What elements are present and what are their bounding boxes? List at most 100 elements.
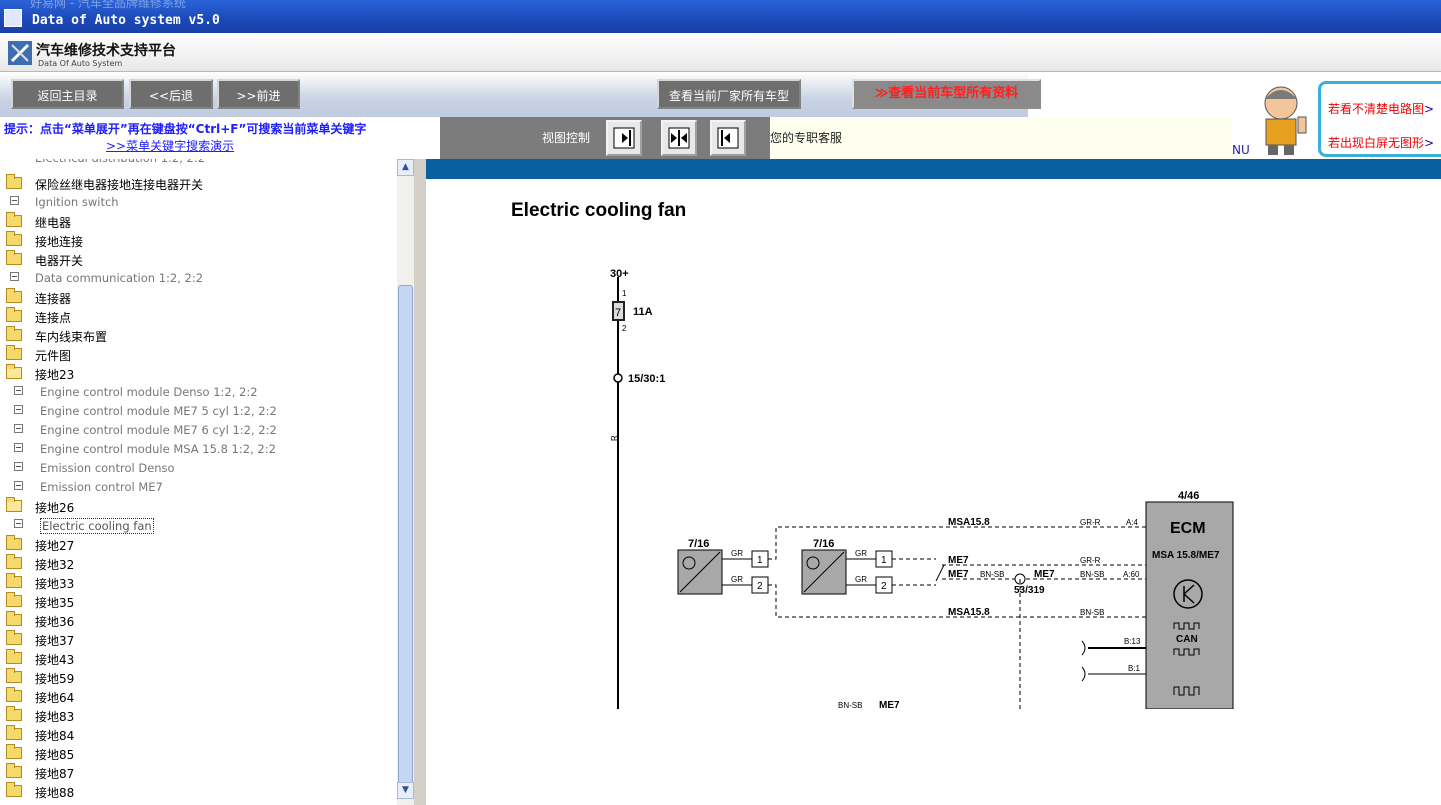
label-me7-d: ME7: [879, 700, 900, 709]
folder-icon: [6, 744, 22, 759]
tree-node-icon: [14, 462, 26, 474]
tree-folder-label: 接地35: [35, 596, 75, 610]
wiring-diagram: 30+ 1 7 11A 2 15/30:1 R 7/16 GR GR 1 2 7…: [610, 268, 1234, 709]
folder-icon: [6, 231, 22, 246]
label-me7-a: ME7: [948, 555, 969, 566]
menu-tree: Electrical distribution 1:2, 2:2 保险丝继电器接地…: [0, 159, 415, 805]
all-models-button[interactable]: 查看当前厂家所有车型: [657, 79, 801, 109]
label-supply: 30+: [610, 268, 629, 280]
tree-folder-label: 接地33: [35, 577, 75, 591]
label-me7-c: ME7: [1034, 569, 1055, 580]
ghost-title: 好易网 - 汽车全品牌维修系统: [30, 0, 186, 10]
tree-node-icon: [14, 386, 26, 398]
label-bnsb-2: BN-SB: [1080, 570, 1104, 579]
mechanic-mascot-icon: [1264, 86, 1307, 155]
tree-folder-label: 电器开关: [35, 254, 84, 268]
tree-folder-label: 接地88: [35, 786, 75, 800]
folder-icon: [6, 326, 22, 341]
folder-open-icon: [6, 497, 22, 512]
diagram-viewer: Electric cooling fan 30+ 1 7 11A 2 15/30…: [426, 159, 1441, 805]
folder-icon: [6, 554, 22, 569]
tree-folder-label: 接地36: [35, 615, 75, 629]
folder-icon: [6, 649, 22, 664]
tree-node-icon: [14, 405, 26, 417]
conn1-pin1: 1: [757, 555, 763, 566]
conn2-pin1: 1: [881, 555, 887, 566]
main-toolbar: 返回主目录 <<后退 >>前进 查看当前厂家所有车型 ≫查看当前车型所有资料: [0, 72, 1041, 117]
label-me7-b: ME7: [948, 569, 969, 580]
label-bnsb-1: BN-SB: [980, 570, 1004, 579]
ad-arrow-icon: >: [1424, 136, 1435, 150]
folder-icon: [6, 725, 22, 740]
folder-icon: [6, 630, 22, 645]
tree-folder-label: 接地32: [35, 558, 75, 572]
scroll-thumb[interactable]: [398, 285, 413, 790]
tree-folder-label: 元件图: [35, 349, 72, 363]
split-view-button[interactable]: [661, 120, 697, 156]
tree-folder-label: 连接器: [35, 292, 72, 306]
tree-folder-label: 连接点: [35, 311, 72, 325]
ad-line1: 若看不清楚电路图: [1328, 102, 1425, 116]
tree-folder-label: 接地84: [35, 729, 75, 743]
home-button[interactable]: 返回主目录: [11, 79, 124, 109]
folder-icon: [6, 706, 22, 721]
label-grr-1: GR-R: [1080, 518, 1101, 527]
conn2-pin2: 2: [881, 581, 887, 592]
tree-folder-label: 接地43: [35, 653, 75, 667]
tree-folder-label: 车内线束布置: [35, 330, 108, 344]
tools-logo-icon: [8, 41, 32, 65]
expand-left-button[interactable]: [710, 120, 746, 156]
tree-folder-label: 接地64: [35, 691, 75, 705]
tree-leaf-label: Engine control module ME7 5 cyl 1:2, 2:2: [40, 404, 277, 418]
back-button[interactable]: <<后退: [129, 79, 213, 109]
pin-a4: A:4: [1126, 518, 1139, 527]
folder-icon: [6, 573, 22, 588]
all-data-button[interactable]: ≫查看当前车型所有资料: [852, 79, 1041, 109]
scroll-up-icon[interactable]: ▲: [397, 159, 414, 176]
tree-leaf-label: Emission control ME7: [40, 480, 163, 494]
folder-icon: [6, 307, 22, 322]
ground-point-label: 53/319: [1014, 585, 1045, 596]
diagram-title: Electric cooling fan: [511, 200, 687, 221]
tree-scrollbar[interactable]: ▲ ▼: [397, 159, 414, 805]
forward-button[interactable]: >>前进: [217, 79, 300, 109]
view-control: 视图控制: [440, 117, 770, 159]
tree-folder-label: 接地37: [35, 634, 75, 648]
folder-icon: [6, 250, 22, 265]
ecm-can-label: CAN: [1176, 634, 1198, 645]
tree-leaf-label: Electrical distribution 1:2, 2:2: [35, 159, 205, 165]
tree-node-icon: [10, 196, 22, 208]
ad-link-unclear[interactable]: 若看不清楚电路图>: [1328, 100, 1434, 117]
ecm-label: ECM: [1170, 520, 1206, 537]
search-demo-link[interactable]: >>菜单关键字搜索演示: [106, 137, 234, 154]
label-msa-bot: MSA15.8: [948, 607, 990, 618]
pin-a60: A:60: [1123, 570, 1140, 579]
tree-folder-label: 保险丝继电器接地连接电器开关: [35, 178, 204, 192]
tree-leaf-label: Engine control module ME7 6 cyl 1:2, 2:2: [40, 423, 277, 437]
label-msa-top: MSA15.8: [948, 517, 990, 528]
ad-arrow-icon: >: [1424, 102, 1435, 116]
tree-folder-label: 接地59: [35, 672, 75, 686]
expand-right-button[interactable]: [606, 120, 642, 156]
scroll-down-icon[interactable]: ▼: [397, 782, 414, 799]
tree-folder-label: 接地26: [35, 501, 75, 515]
tree-folder-label: 接地27: [35, 539, 75, 553]
wire-gr-2: GR: [731, 575, 743, 584]
fuse-number: 7: [615, 307, 621, 319]
customer-service-text[interactable]: 您的专职客服: [770, 129, 842, 146]
fuse-pin2: 2: [622, 324, 627, 333]
conn1-pin2: 2: [757, 581, 763, 592]
wire-gr-1: GR: [731, 549, 743, 558]
window-title: Data of Auto system v5.0: [32, 13, 220, 28]
app-header: 汽车维修技术支持平台 Data Of Auto System: [0, 33, 1441, 72]
tree-leaf-label: Engine control module Denso 1:2, 2:2: [40, 385, 258, 399]
folder-icon: [6, 212, 22, 227]
tree-leaf-label: Data communication 1:2, 2:2: [35, 271, 204, 285]
tree-node-icon: [14, 424, 26, 436]
content-top-band: [426, 159, 1441, 179]
wire-color-r: R: [610, 435, 619, 441]
ad-link-blank[interactable]: 若出现白屏无图形>: [1328, 134, 1434, 151]
folder-icon: [6, 782, 22, 797]
tree-node-icon: [14, 443, 26, 455]
sensor2-id: 7/16: [813, 538, 834, 550]
